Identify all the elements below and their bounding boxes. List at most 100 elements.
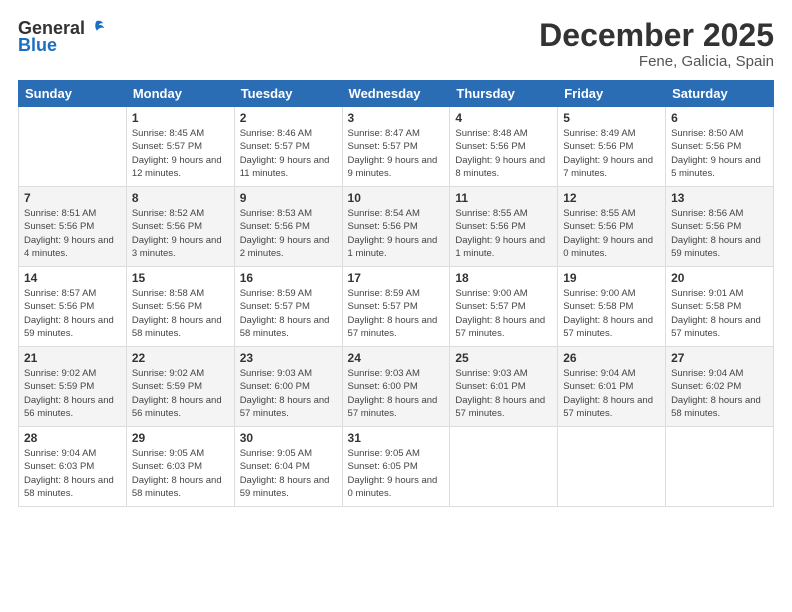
day-info: Sunrise: 8:46 AMSunset: 5:57 PMDaylight:… xyxy=(240,127,337,180)
day-info: Sunrise: 9:04 AMSunset: 6:02 PMDaylight:… xyxy=(671,367,768,420)
calendar-cell: 12 Sunrise: 8:55 AMSunset: 5:56 PMDayligh… xyxy=(558,187,666,267)
calendar-cell: 10Sunrise: 8:54 AMSunset: 5:56 PMDayligh… xyxy=(342,187,450,267)
day-number: 7 xyxy=(24,191,121,205)
week-row-5: 28 Sunrise: 9:04 AMSunset: 6:03 PMDayligh… xyxy=(19,427,774,507)
calendar-cell: 5 Sunrise: 8:49 AMSunset: 5:56 PMDaylight… xyxy=(558,107,666,187)
day-number: 15 xyxy=(132,271,229,285)
calendar-cell: 30 Sunrise: 9:05 AMSunset: 6:04 PMDayligh… xyxy=(234,427,342,507)
calendar-cell: 14 Sunrise: 8:57 AMSunset: 5:56 PMDayligh… xyxy=(19,267,127,347)
day-info: Sunrise: 8:56 AMSunset: 5:56 PMDaylight:… xyxy=(671,207,768,260)
day-number: 23 xyxy=(240,351,337,365)
calendar-cell: 7Sunrise: 8:51 AMSunset: 5:56 PMDaylight… xyxy=(19,187,127,267)
day-number: 14 xyxy=(24,271,121,285)
week-row-4: 21Sunrise: 9:02 AMSunset: 5:59 PMDayligh… xyxy=(19,347,774,427)
day-info: Sunrise: 9:05 AMSunset: 6:03 PMDaylight:… xyxy=(132,447,229,500)
day-info: Sunrise: 8:53 AMSunset: 5:56 PMDaylight:… xyxy=(240,207,337,260)
day-info: Sunrise: 8:54 AMSunset: 5:56 PMDaylight:… xyxy=(348,207,445,260)
calendar-cell: 11 Sunrise: 8:55 AMSunset: 5:56 PMDayligh… xyxy=(450,187,558,267)
header-friday: Friday xyxy=(558,81,666,107)
calendar-cell: 31 Sunrise: 9:05 AMSunset: 6:05 PMDayligh… xyxy=(342,427,450,507)
day-info: Sunrise: 8:50 AMSunset: 5:56 PMDaylight:… xyxy=(671,127,768,180)
day-number: 20 xyxy=(671,271,768,285)
day-info: Sunrise: 8:57 AMSunset: 5:56 PMDaylight:… xyxy=(24,287,121,340)
day-info: Sunrise: 8:52 AMSunset: 5:56 PMDaylight:… xyxy=(132,207,229,260)
day-number: 2 xyxy=(240,111,337,125)
day-number: 16 xyxy=(240,271,337,285)
calendar-cell xyxy=(450,427,558,507)
day-info: Sunrise: 9:01 AMSunset: 5:58 PMDaylight:… xyxy=(671,287,768,340)
calendar-cell xyxy=(558,427,666,507)
header-saturday: Saturday xyxy=(666,81,774,107)
day-number: 25 xyxy=(455,351,552,365)
day-number: 17 xyxy=(348,271,445,285)
day-info: Sunrise: 9:03 AMSunset: 6:00 PMDaylight:… xyxy=(348,367,445,420)
week-row-1: 1 Sunrise: 8:45 AMSunset: 5:57 PMDaylight… xyxy=(19,107,774,187)
day-info: Sunrise: 8:55 AMSunset: 5:56 PMDaylight:… xyxy=(455,207,552,260)
location-subtitle: Fene, Galicia, Spain xyxy=(539,53,774,70)
calendar-cell: 3Sunrise: 8:47 AMSunset: 5:57 PMDaylight… xyxy=(342,107,450,187)
day-number: 12 xyxy=(563,191,660,205)
calendar-cell: 24 Sunrise: 9:03 AMSunset: 6:00 PMDayligh… xyxy=(342,347,450,427)
header-wednesday: Wednesday xyxy=(342,81,450,107)
day-number: 5 xyxy=(563,111,660,125)
week-row-3: 14 Sunrise: 8:57 AMSunset: 5:56 PMDayligh… xyxy=(19,267,774,347)
day-info: Sunrise: 8:55 AMSunset: 5:56 PMDaylight:… xyxy=(563,207,660,260)
calendar-cell: 16 Sunrise: 8:59 AMSunset: 5:57 PMDayligh… xyxy=(234,267,342,347)
day-info: Sunrise: 9:02 AMSunset: 5:59 PMDaylight:… xyxy=(132,367,229,420)
day-info: Sunrise: 9:00 AMSunset: 5:58 PMDaylight:… xyxy=(563,287,660,340)
day-number: 4 xyxy=(455,111,552,125)
calendar-cell: 6Sunrise: 8:50 AMSunset: 5:56 PMDaylight… xyxy=(666,107,774,187)
header-thursday: Thursday xyxy=(450,81,558,107)
day-info: Sunrise: 9:05 AMSunset: 6:04 PMDaylight:… xyxy=(240,447,337,500)
day-info: Sunrise: 9:03 AMSunset: 6:01 PMDaylight:… xyxy=(455,367,552,420)
calendar-cell xyxy=(19,107,127,187)
calendar-cell: 20 Sunrise: 9:01 AMSunset: 5:58 PMDayligh… xyxy=(666,267,774,347)
day-info: Sunrise: 9:04 AMSunset: 6:01 PMDaylight:… xyxy=(563,367,660,420)
calendar-cell: 21Sunrise: 9:02 AMSunset: 5:59 PMDayligh… xyxy=(19,347,127,427)
day-info: Sunrise: 9:02 AMSunset: 5:59 PMDaylight:… xyxy=(24,367,121,420)
day-number: 3 xyxy=(348,111,445,125)
calendar-cell: 19 Sunrise: 9:00 AMSunset: 5:58 PMDayligh… xyxy=(558,267,666,347)
day-info: Sunrise: 8:49 AMSunset: 5:56 PMDaylight:… xyxy=(563,127,660,180)
day-info: Sunrise: 8:59 AMSunset: 5:57 PMDaylight:… xyxy=(348,287,445,340)
day-number: 30 xyxy=(240,431,337,445)
day-number: 24 xyxy=(348,351,445,365)
day-info: Sunrise: 9:04 AMSunset: 6:03 PMDaylight:… xyxy=(24,447,121,500)
calendar-cell: 17 Sunrise: 8:59 AMSunset: 5:57 PMDayligh… xyxy=(342,267,450,347)
header-tuesday: Tuesday xyxy=(234,81,342,107)
day-info: Sunrise: 9:00 AMSunset: 5:57 PMDaylight:… xyxy=(455,287,552,340)
day-info: Sunrise: 8:58 AMSunset: 5:56 PMDaylight:… xyxy=(132,287,229,340)
calendar-cell: 4 Sunrise: 8:48 AMSunset: 5:56 PMDaylight… xyxy=(450,107,558,187)
day-info: Sunrise: 9:05 AMSunset: 6:05 PMDaylight:… xyxy=(348,447,445,500)
calendar-cell: 8 Sunrise: 8:52 AMSunset: 5:56 PMDaylight… xyxy=(126,187,234,267)
day-number: 1 xyxy=(132,111,229,125)
day-number: 13 xyxy=(671,191,768,205)
calendar-cell: 26 Sunrise: 9:04 AMSunset: 6:01 PMDayligh… xyxy=(558,347,666,427)
calendar-cell: 25 Sunrise: 9:03 AMSunset: 6:01 PMDayligh… xyxy=(450,347,558,427)
day-number: 31 xyxy=(348,431,445,445)
week-row-2: 7Sunrise: 8:51 AMSunset: 5:56 PMDaylight… xyxy=(19,187,774,267)
header: General Blue December 2025 Fene, Galicia… xyxy=(18,18,774,70)
day-number: 8 xyxy=(132,191,229,205)
weekday-header-row: Sunday Monday Tuesday Wednesday Thursday… xyxy=(19,81,774,107)
calendar-cell: 9Sunrise: 8:53 AMSunset: 5:56 PMDaylight… xyxy=(234,187,342,267)
day-info: Sunrise: 8:59 AMSunset: 5:57 PMDaylight:… xyxy=(240,287,337,340)
day-number: 18 xyxy=(455,271,552,285)
calendar-cell: 15 Sunrise: 8:58 AMSunset: 5:56 PMDayligh… xyxy=(126,267,234,347)
calendar-cell: 13 Sunrise: 8:56 AMSunset: 5:56 PMDayligh… xyxy=(666,187,774,267)
calendar-cell: 29Sunrise: 9:05 AMSunset: 6:03 PMDayligh… xyxy=(126,427,234,507)
header-monday: Monday xyxy=(126,81,234,107)
page-container: General Blue December 2025 Fene, Galicia… xyxy=(0,0,792,612)
title-block: December 2025 Fene, Galicia, Spain xyxy=(539,18,774,70)
logo: General Blue xyxy=(18,18,105,56)
day-number: 28 xyxy=(24,431,121,445)
day-number: 26 xyxy=(563,351,660,365)
day-info: Sunrise: 8:48 AMSunset: 5:56 PMDaylight:… xyxy=(455,127,552,180)
month-title: December 2025 xyxy=(539,18,774,53)
day-number: 19 xyxy=(563,271,660,285)
calendar-table: Sunday Monday Tuesday Wednesday Thursday… xyxy=(18,80,774,507)
day-number: 11 xyxy=(455,191,552,205)
day-info: Sunrise: 8:45 AMSunset: 5:57 PMDaylight:… xyxy=(132,127,229,180)
logo-bird-icon xyxy=(87,19,105,37)
day-number: 27 xyxy=(671,351,768,365)
